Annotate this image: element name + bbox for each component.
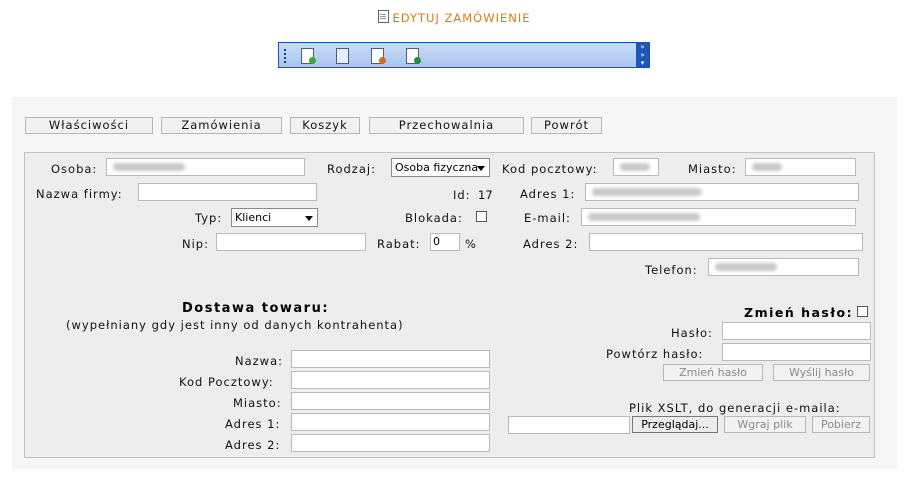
download-button[interactable]: Pobierz — [812, 416, 870, 433]
nazwa-firmy-label: Nazwa firmy: — [36, 187, 123, 201]
delivery-adres2-label: Adres 2: — [225, 438, 281, 452]
miasto-label: Miasto: — [688, 162, 737, 176]
rodzaj-select-value: Osoba fizyczna — [395, 161, 479, 174]
change-password-checkbox[interactable] — [857, 306, 868, 317]
delivery-title: Dostawa towaru: — [182, 301, 330, 316]
delivery-adres1-input[interactable] — [291, 413, 490, 431]
adres1-input[interactable] — [585, 183, 859, 201]
change-password-button[interactable]: Zmień hasło — [663, 364, 763, 381]
document-icon — [378, 10, 390, 23]
adres2-input[interactable] — [589, 233, 863, 251]
tab-koszyk[interactable]: Koszyk — [290, 117, 360, 134]
typ-select-value: Klienci — [235, 211, 272, 224]
haslo-label: Hasło: — [671, 326, 713, 340]
osoba-input[interactable] — [106, 158, 305, 176]
nip-input[interactable] — [216, 233, 366, 251]
delete-doc-icon[interactable] — [369, 47, 387, 65]
typ-label: Typ: — [195, 211, 223, 225]
nazwa-firmy-input[interactable] — [138, 183, 317, 201]
telefon-label: Telefon: — [645, 263, 698, 277]
kod-pocztowy-label: Kod pocztowy: — [502, 162, 598, 176]
rabat-unit: % — [465, 237, 477, 251]
delivery-subtitle: (wypełniany gdy jest inny od danych kont… — [66, 318, 404, 332]
delivery-kod-label: Kod Pocztowy: — [179, 375, 274, 389]
miasto-input[interactable] — [745, 158, 856, 176]
toolbar-grip[interactable] — [284, 49, 288, 63]
chevron-down-icon — [477, 166, 485, 171]
delivery-kod-input[interactable] — [291, 371, 490, 389]
adres2-label: Adres 2: — [523, 237, 579, 251]
kod-pocztowy-input[interactable] — [613, 158, 659, 176]
email-input[interactable] — [581, 208, 856, 226]
id-value: 17 — [478, 188, 493, 202]
adres1-label: Adres 1: — [520, 187, 576, 201]
save-doc-icon[interactable] — [404, 47, 422, 65]
tab-zamowienia[interactable]: Zamówienia — [161, 117, 282, 134]
powtorz-haslo-label: Powtórz hasło: — [606, 347, 704, 361]
osoba-label: Osoba: — [51, 162, 98, 176]
page-header: EDYTUJ ZAMÓWIENIE — [0, 10, 909, 25]
xslt-file-input[interactable] — [508, 416, 630, 434]
blokada-label: Blokada: — [405, 211, 463, 225]
tab-wlasciwosci[interactable]: Właściwości — [25, 117, 153, 134]
rabat-label: Rabat: — [377, 237, 421, 251]
haslo-input[interactable] — [722, 322, 871, 340]
upload-button[interactable]: Wgraj plik — [724, 416, 806, 433]
tab-powrot[interactable]: Powrót — [531, 117, 602, 134]
page-title: EDYTUJ ZAMÓWIENIE — [392, 11, 531, 25]
rabat-input[interactable]: 0 — [430, 233, 460, 251]
toolbar: »» ▾ — [278, 42, 650, 68]
delivery-adres2-input[interactable] — [291, 434, 490, 452]
blokada-checkbox[interactable] — [476, 211, 487, 222]
change-password-title: Zmień hasło: — [744, 305, 854, 320]
typ-select[interactable]: Klienci — [231, 208, 318, 227]
browse-button[interactable]: Przeglądaj... — [632, 416, 718, 433]
rodzaj-label: Rodzaj: — [327, 162, 376, 176]
delivery-miasto-input[interactable] — [291, 392, 490, 410]
xslt-label: Plik XSLT, do generacji e-maila: — [629, 401, 841, 415]
delivery-adres1-label: Adres 1: — [225, 417, 281, 431]
toolbar-overflow-icon[interactable]: »» ▾ — [636, 43, 649, 67]
powtorz-haslo-input[interactable] — [722, 343, 871, 361]
tab-przechowalnia[interactable]: Przechowalnia — [369, 117, 524, 134]
new-doc-icon[interactable] — [299, 47, 317, 65]
list-doc-icon[interactable] — [334, 47, 352, 65]
nip-label: Nip: — [182, 237, 209, 251]
telefon-input[interactable] — [708, 258, 859, 276]
id-label: Id: — [453, 188, 471, 202]
delivery-nazwa-input[interactable] — [291, 350, 490, 368]
email-label: E-mail: — [524, 211, 571, 225]
chevron-down-icon — [305, 216, 313, 221]
delivery-nazwa-label: Nazwa: — [235, 354, 284, 368]
send-password-button[interactable]: Wyślij hasło — [773, 364, 870, 381]
delivery-miasto-label: Miasto: — [233, 396, 282, 410]
rodzaj-select[interactable]: Osoba fizyczna — [391, 158, 490, 177]
